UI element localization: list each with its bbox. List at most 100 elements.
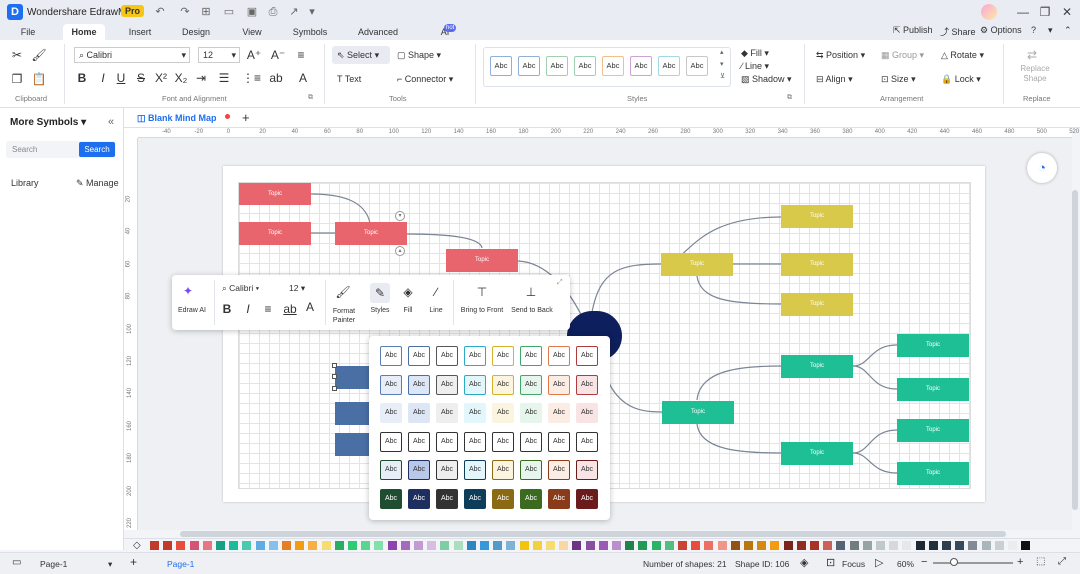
palette-color-swatch[interactable] (242, 541, 252, 550)
palette-color-swatch[interactable] (968, 541, 978, 550)
palette-color-swatch[interactable] (915, 541, 925, 550)
topic-node[interactable]: Topic (661, 253, 733, 276)
style-option[interactable]: Abc (576, 488, 598, 509)
topic-node[interactable]: Topic (897, 334, 969, 357)
styles-label[interactable]: Styles (366, 307, 394, 314)
topic-node[interactable]: Topic (446, 249, 518, 272)
fullscreen-icon[interactable]: ⤢ (1058, 556, 1066, 567)
palette-color-swatch[interactable] (730, 541, 740, 550)
style-option[interactable]: Abc (576, 346, 598, 366)
style-option[interactable]: Abc (464, 346, 486, 366)
edraw-ai-label[interactable]: Edraw AI (175, 307, 209, 314)
selection-handle[interactable] (332, 386, 337, 391)
style-option[interactable]: Abc (520, 346, 542, 366)
palette-color-swatch[interactable] (744, 541, 753, 550)
vertical-scrollbar[interactable] (1072, 190, 1078, 510)
palette-color-swatch[interactable] (1021, 541, 1031, 550)
style-option[interactable]: Abc (380, 374, 402, 395)
palette-color-swatch[interactable] (678, 541, 687, 550)
topic-node[interactable]: Topic (335, 222, 407, 245)
send-to-back-icon[interactable]: ⊥ (523, 284, 539, 300)
page-dropdown-icon[interactable]: ▾ (108, 559, 112, 570)
palette-color-swatch[interactable] (348, 541, 357, 550)
palette-color-swatch[interactable] (572, 541, 582, 550)
style-option[interactable]: Abc (436, 403, 458, 423)
zoom-out-icon[interactable]: − (921, 556, 927, 568)
topic-node[interactable]: Topic (897, 419, 969, 442)
palette-color-swatch[interactable] (532, 541, 542, 550)
style-option[interactable]: Abc (576, 460, 598, 480)
topic-node[interactable]: Topic (781, 205, 853, 228)
fit-page-icon[interactable]: ⬚ (1036, 556, 1045, 567)
topic-node[interactable]: Topic (897, 378, 969, 401)
palette-color-swatch[interactable] (651, 541, 661, 550)
palette-color-swatch[interactable] (796, 541, 806, 550)
page-tab[interactable]: Page-1 (167, 559, 194, 569)
palette-color-swatch[interactable] (427, 541, 437, 550)
palette-color-swatch[interactable] (387, 541, 397, 550)
topic-node[interactable]: Topic (781, 253, 853, 276)
topic-node[interactable]: Topic (897, 462, 969, 485)
style-option[interactable]: Abc (464, 403, 486, 423)
style-option[interactable]: Abc (492, 403, 514, 423)
style-option[interactable]: Abc (408, 460, 430, 480)
palette-color-swatch[interactable] (981, 541, 991, 550)
style-option[interactable]: Abc (492, 346, 514, 366)
style-option[interactable]: Abc (576, 374, 598, 395)
style-option[interactable]: Abc (520, 488, 542, 509)
layers-icon[interactable]: ◈ (800, 556, 808, 569)
palette-color-swatch[interactable] (757, 541, 767, 550)
horizontal-scrollbar[interactable] (180, 531, 1006, 537)
palette-color-swatch[interactable] (150, 541, 159, 550)
palette-color-swatch[interactable] (902, 541, 912, 550)
style-option[interactable]: Abc (464, 488, 486, 509)
palette-color-swatch[interactable] (163, 541, 173, 550)
expand-toggle-icon[interactable]: ▴ (395, 246, 405, 256)
palette-color-swatch[interactable] (836, 541, 846, 550)
palette-color-swatch[interactable] (361, 541, 371, 550)
palette-color-swatch[interactable] (414, 541, 423, 550)
style-option[interactable]: Abc (408, 374, 430, 395)
style-option[interactable]: Abc (492, 431, 514, 452)
focus-icon[interactable]: ⊡ (826, 556, 835, 569)
palette-color-swatch[interactable] (295, 541, 305, 550)
topic-node[interactable]: Topic (781, 442, 853, 465)
palette-color-swatch[interactable] (889, 541, 899, 550)
style-option[interactable]: Abc (380, 403, 402, 423)
float-size-select[interactable]: 12 ▾ (289, 283, 319, 297)
edraw-ai-icon[interactable]: ✦ (183, 284, 193, 298)
ai-assistant-icon[interactable]: ◔ (1027, 153, 1057, 183)
palette-color-swatch[interactable] (216, 541, 225, 550)
style-option[interactable]: Abc (520, 403, 542, 423)
topic-node-selected[interactable] (335, 366, 371, 389)
style-option[interactable]: Abc (464, 431, 486, 452)
style-option[interactable]: Abc (492, 460, 514, 480)
palette-color-swatch[interactable] (480, 541, 489, 550)
palette-color-swatch[interactable] (374, 541, 384, 550)
zoom-slider[interactable] (933, 562, 1013, 564)
palette-color-swatch[interactable] (255, 541, 265, 550)
palette-color-swatch[interactable] (400, 541, 410, 550)
bring-to-front-icon[interactable]: ⊤ (474, 284, 490, 300)
style-option[interactable]: Abc (464, 460, 486, 480)
style-option[interactable]: Abc (548, 346, 570, 366)
palette-color-swatch[interactable] (942, 541, 951, 550)
topic-node[interactable]: Topic (239, 183, 311, 205)
palette-color-swatch[interactable] (612, 541, 621, 550)
page-selector[interactable]: Page-1 (40, 559, 67, 569)
style-option[interactable]: Abc (380, 488, 402, 509)
palette-color-swatch[interactable] (598, 541, 608, 550)
palette-color-swatch[interactable] (453, 541, 463, 550)
style-option[interactable]: Abc (408, 346, 430, 366)
style-option[interactable]: Abc (576, 403, 598, 423)
float-highlight-icon[interactable]: ab (282, 301, 298, 317)
style-option[interactable]: Abc (520, 374, 542, 395)
palette-color-swatch[interactable] (334, 541, 344, 550)
style-option[interactable]: Abc (408, 488, 430, 509)
play-icon[interactable]: ▷ (875, 556, 883, 569)
collapse-toggle-icon[interactable]: ▾ (395, 211, 405, 221)
palette-color-swatch[interactable] (546, 541, 555, 550)
palette-color-swatch[interactable] (308, 541, 318, 550)
selection-handle[interactable] (332, 374, 337, 379)
palette-color-swatch[interactable] (704, 541, 714, 550)
